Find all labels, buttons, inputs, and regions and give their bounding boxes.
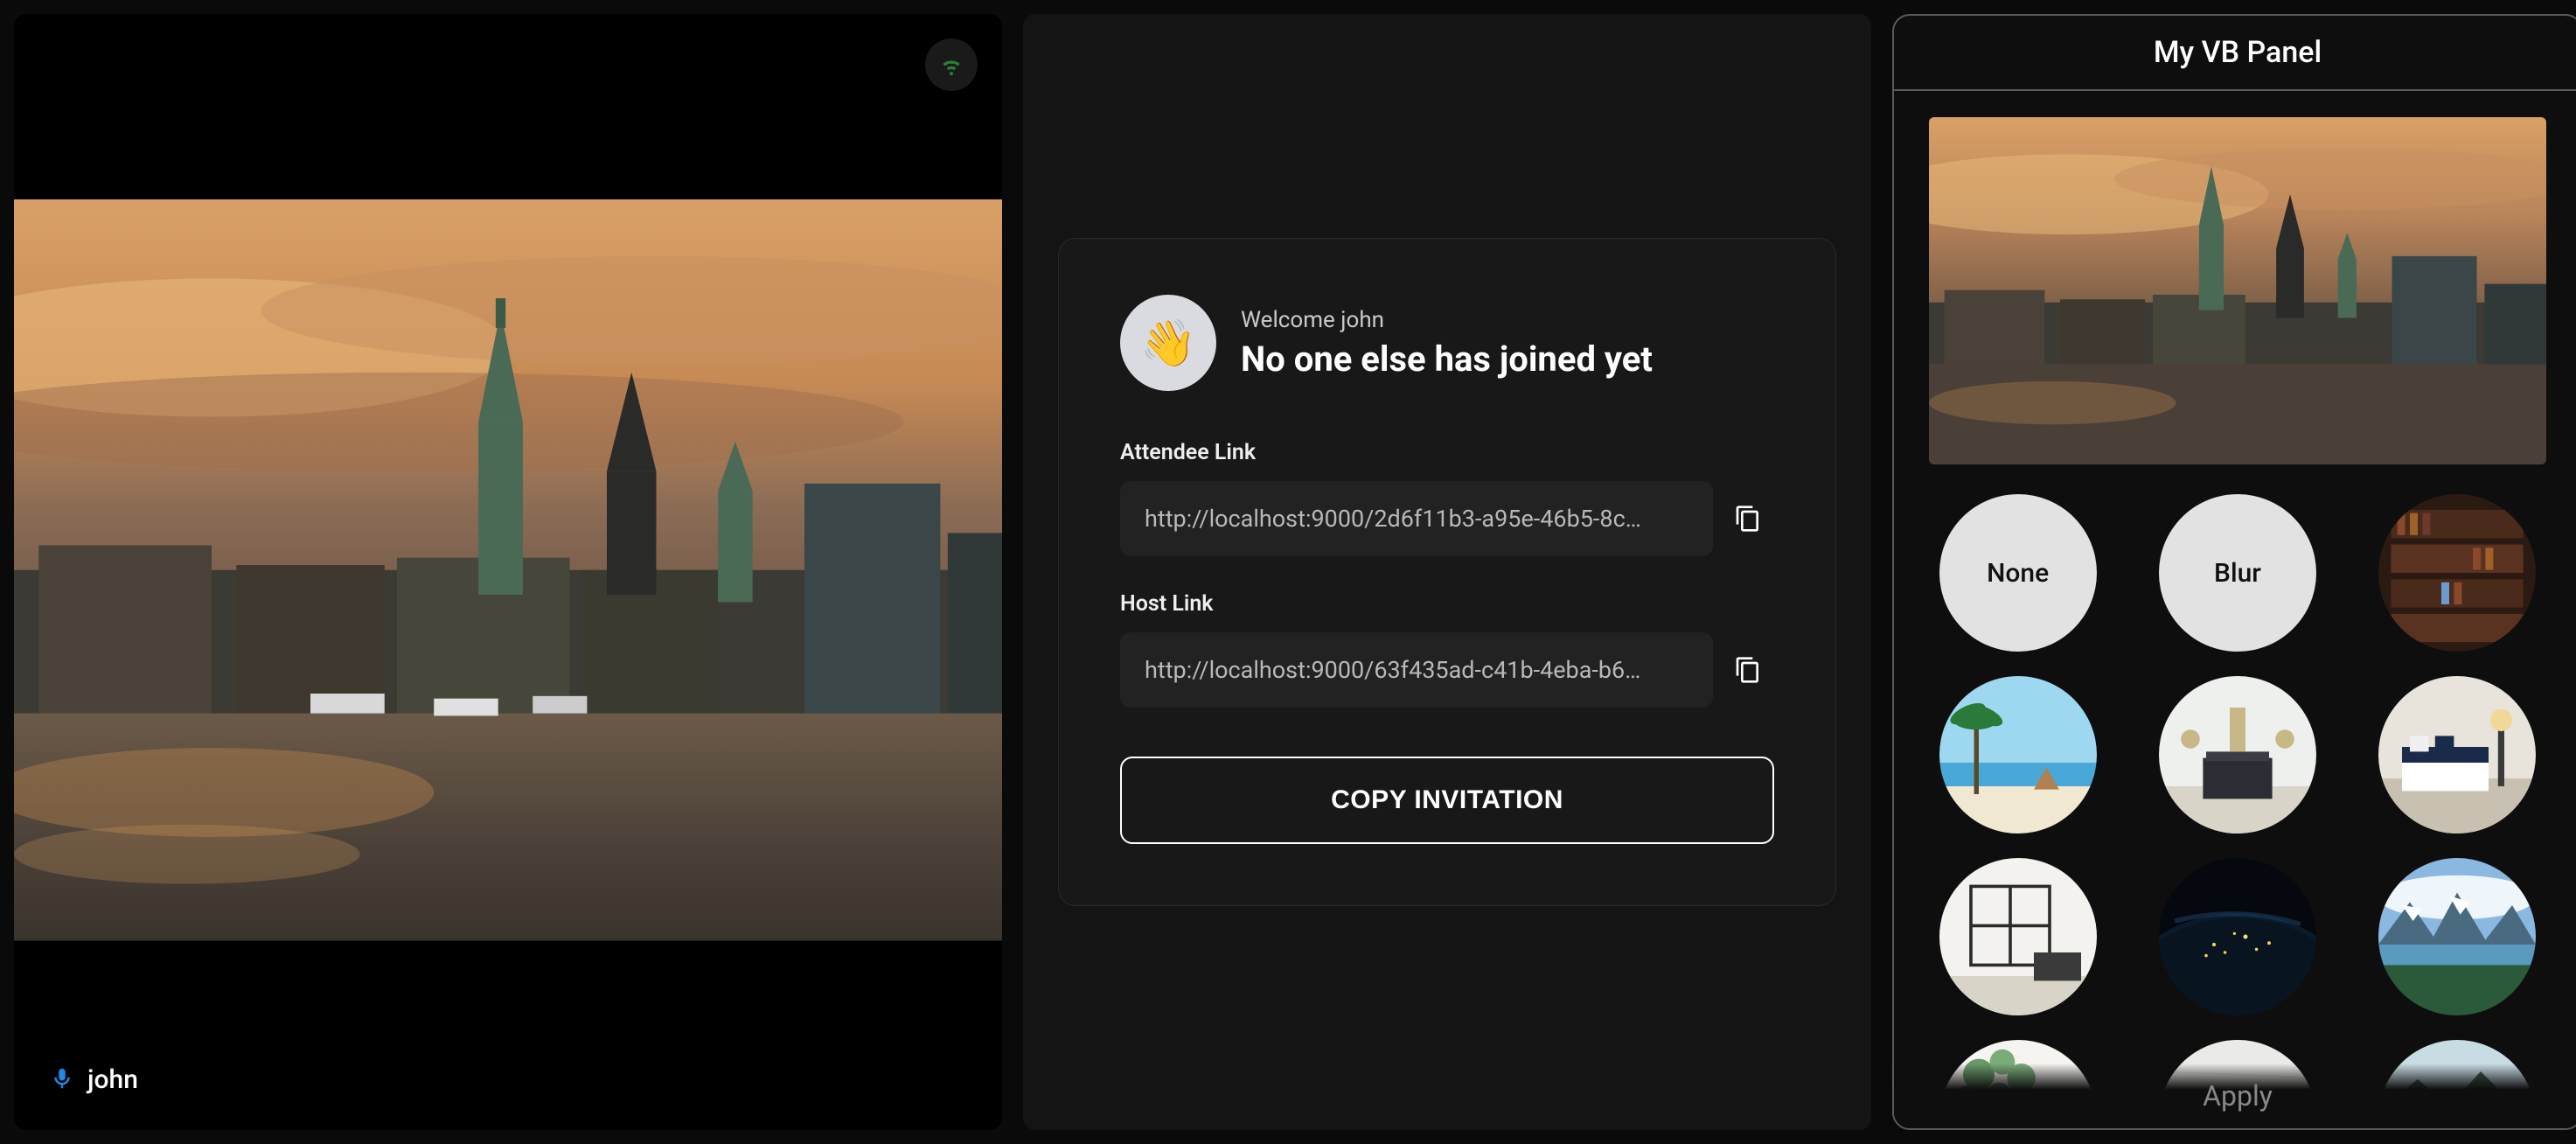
- vb-option-beach[interactable]: [1939, 676, 2097, 834]
- participant-info: john: [49, 1064, 138, 1095]
- vb-option-bookshelf[interactable]: [2378, 494, 2536, 652]
- invite-header: 👋 Welcome john No one else has joined ye…: [1120, 295, 1774, 391]
- invite-card: 👋 Welcome john No one else has joined ye…: [1058, 238, 1836, 906]
- vb-preview: [1894, 91, 2576, 480]
- vb-panel-title: My VB Panel: [1894, 16, 2576, 91]
- copy-attendee-link-button[interactable]: [1722, 481, 1774, 556]
- vb-option-earth-night[interactable]: [2159, 858, 2316, 1015]
- host-link-field[interactable]: http://localhost:9000/63f435ad-c41b-4eba…: [1120, 632, 1713, 708]
- copy-icon: [1734, 505, 1762, 533]
- vb-panel: My VB Panel: [1892, 14, 2576, 1130]
- copy-icon: [1734, 656, 1762, 684]
- copy-invitation-button[interactable]: COPY INVITATION: [1120, 757, 1774, 844]
- vb-apply-button[interactable]: Apply: [1894, 1064, 2576, 1128]
- center-panel: 👋 Welcome john No one else has joined ye…: [1023, 14, 1871, 1130]
- vb-option-blur[interactable]: Blur: [2159, 494, 2316, 652]
- vb-option-livingroom[interactable]: [2159, 676, 2316, 834]
- host-link-label: Host Link: [1120, 591, 1774, 617]
- wifi-icon: [938, 52, 964, 78]
- wave-avatar: 👋: [1120, 295, 1216, 391]
- vb-option-office[interactable]: [1939, 858, 2097, 1015]
- vb-option-none[interactable]: None: [1939, 494, 2097, 652]
- signal-strength-badge: [925, 38, 978, 91]
- attendee-link-label: Attendee Link: [1120, 440, 1774, 465]
- attendee-link-section: Attendee Link http://localhost:9000/2d6f…: [1120, 440, 1774, 556]
- attendee-link-field[interactable]: http://localhost:9000/2d6f11b3-a95e-46b5…: [1120, 481, 1713, 556]
- join-status-heading: No one else has joined yet: [1241, 338, 1653, 380]
- copy-host-link-button[interactable]: [1722, 632, 1774, 708]
- video-background-image: [14, 199, 1002, 941]
- vb-options-grid: None Blur: [1894, 480, 2576, 1099]
- host-link-section: Host Link http://localhost:9000/63f435ad…: [1120, 591, 1774, 708]
- vb-option-bedroom[interactable]: [2378, 676, 2536, 834]
- video-tile: john: [14, 14, 1002, 1130]
- microphone-icon: [49, 1065, 75, 1095]
- vb-preview-image: [1929, 117, 2546, 464]
- video-content: [14, 14, 1002, 1130]
- vb-option-mountains[interactable]: [2378, 858, 2536, 1015]
- wave-emoji-icon: 👋: [1140, 317, 1197, 370]
- participant-name: john: [87, 1064, 138, 1095]
- welcome-text: Welcome john: [1241, 307, 1653, 333]
